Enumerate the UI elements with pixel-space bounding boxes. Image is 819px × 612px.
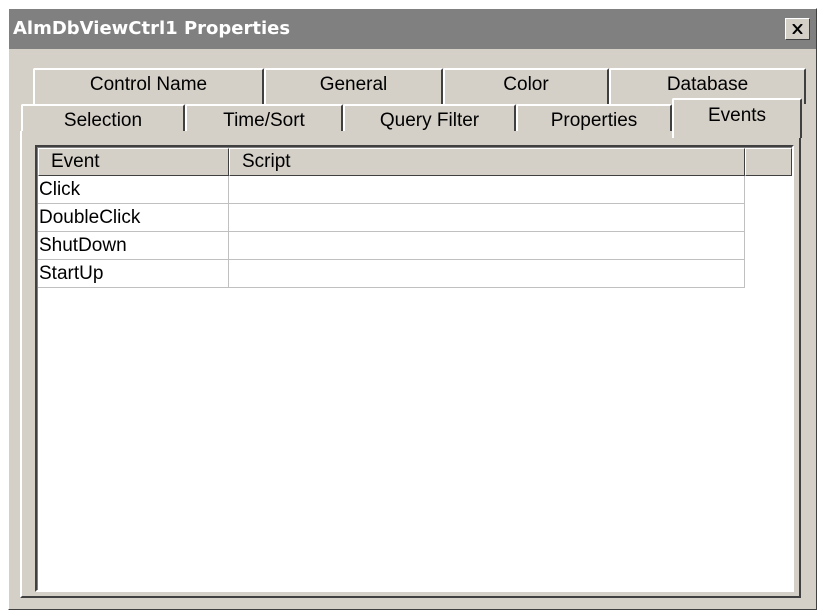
grid-body: Event Script Click DoubleClick ShutDown … bbox=[37, 147, 792, 590]
event-cell[interactable]: StartUp bbox=[38, 260, 229, 288]
title-bar[interactable]: AlmDbViewCtrl1 Properties bbox=[9, 9, 816, 49]
table-row[interactable]: DoubleClick bbox=[38, 204, 745, 232]
tab-color[interactable]: Color bbox=[443, 68, 609, 104]
events-grid[interactable]: Event Script Click DoubleClick ShutDown … bbox=[35, 145, 794, 592]
script-cell[interactable] bbox=[229, 232, 745, 260]
tab-general[interactable]: General bbox=[264, 68, 443, 104]
close-icon bbox=[792, 24, 803, 34]
script-cell[interactable] bbox=[229, 176, 745, 204]
table-row[interactable]: StartUp bbox=[38, 260, 745, 288]
close-button[interactable] bbox=[785, 18, 810, 40]
column-header-filler bbox=[745, 148, 792, 176]
event-cell[interactable]: ShutDown bbox=[38, 232, 229, 260]
column-header-script[interactable]: Script bbox=[229, 148, 745, 176]
column-header-event[interactable]: Event bbox=[38, 148, 229, 176]
event-cell[interactable]: Click bbox=[38, 176, 229, 204]
table-row[interactable]: ShutDown bbox=[38, 232, 745, 260]
script-cell[interactable] bbox=[229, 260, 745, 288]
table-row[interactable]: Click bbox=[38, 176, 745, 204]
window-title: AlmDbViewCtrl1 Properties bbox=[13, 18, 291, 39]
tab-control-name[interactable]: Control Name bbox=[33, 68, 264, 104]
script-cell[interactable] bbox=[229, 204, 745, 232]
event-cell[interactable]: DoubleClick bbox=[38, 204, 229, 232]
tab-events[interactable]: Events bbox=[672, 98, 802, 138]
